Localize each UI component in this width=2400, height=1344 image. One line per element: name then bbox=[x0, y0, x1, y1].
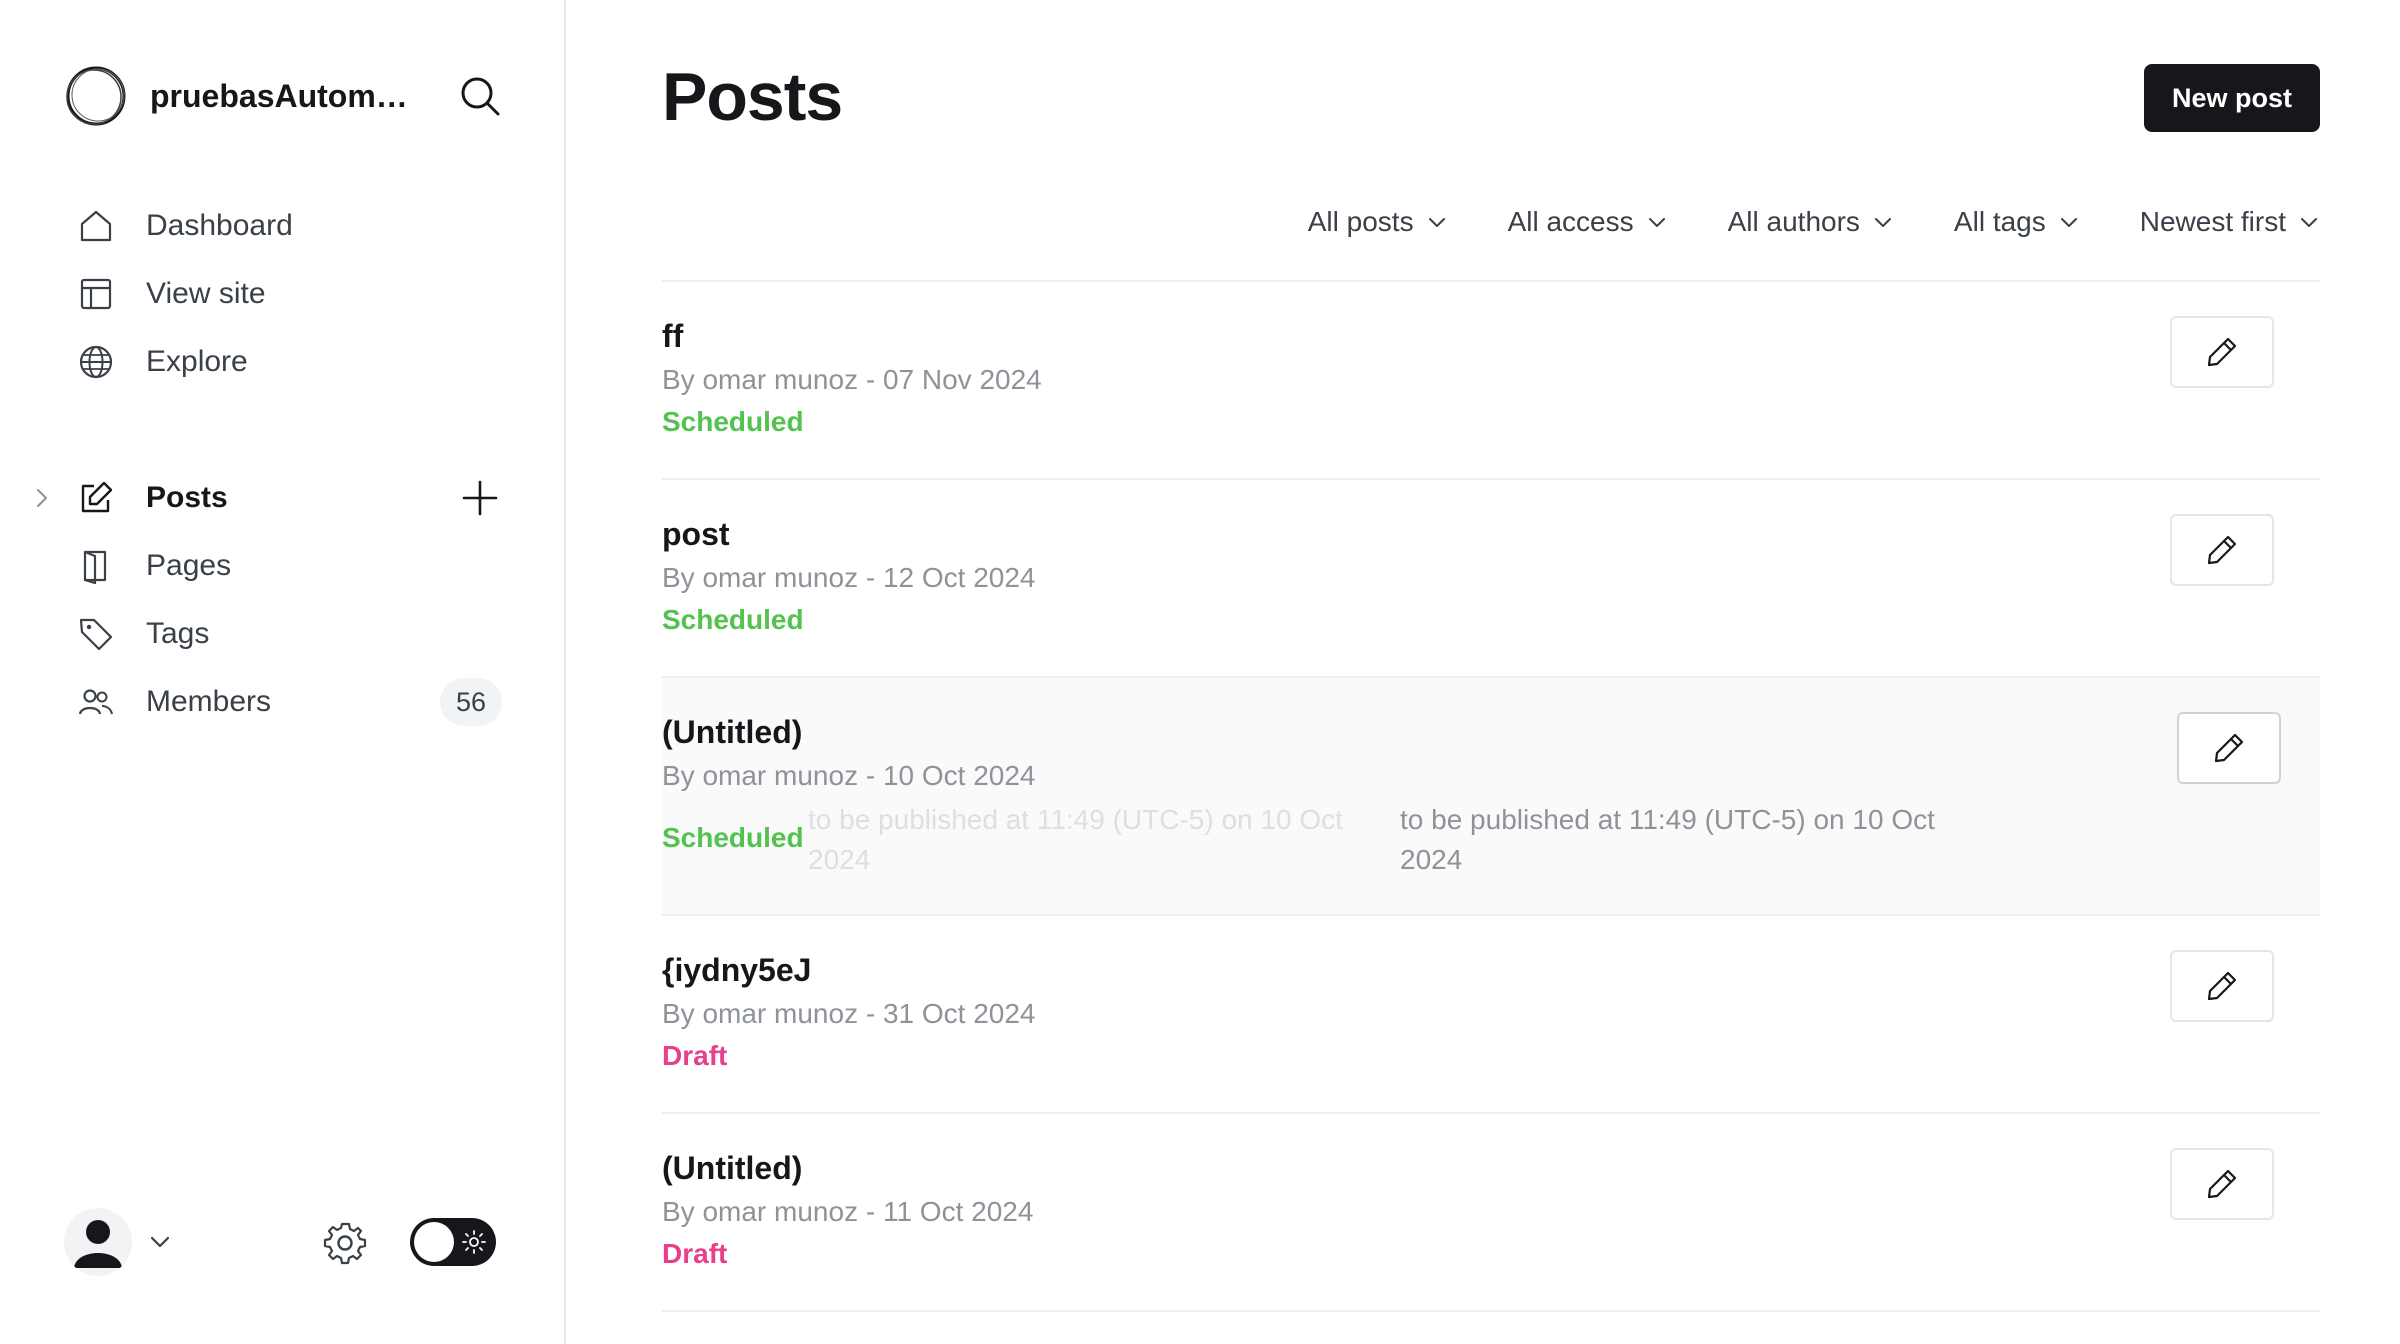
post-meta: By omar munoz - 12 Oct 2024 bbox=[662, 562, 1036, 593]
sidebar-item-tags[interactable]: Tags bbox=[0, 600, 566, 668]
page-title: Posts bbox=[662, 59, 843, 135]
edit-post-button[interactable] bbox=[2170, 1148, 2274, 1220]
sidebar-footer bbox=[64, 1208, 504, 1278]
pencil-icon bbox=[2214, 733, 2244, 763]
post-status: Draft bbox=[662, 1040, 728, 1071]
pencil-square-icon bbox=[76, 478, 116, 518]
members-count-badge: 56 bbox=[440, 678, 502, 726]
filter-authors[interactable]: All authors bbox=[1728, 206, 1894, 238]
post-status: Scheduled bbox=[662, 406, 804, 437]
plus-icon[interactable] bbox=[460, 478, 500, 518]
chevron-down-icon bbox=[1648, 218, 1665, 227]
post-meta: By omar munoz - 11 Oct 2024 bbox=[662, 1196, 1034, 1227]
filter-label: All tags bbox=[1953, 206, 2046, 237]
filter-access[interactable]: All access bbox=[1508, 206, 1668, 238]
post-status: Draft bbox=[662, 1238, 728, 1269]
edit-post-button[interactable] bbox=[2170, 316, 2274, 388]
sidebar-item-label: Dashboard bbox=[146, 209, 293, 242]
primary-nav: Dashboard View site Explore bbox=[0, 192, 566, 396]
chevron-down-icon bbox=[2060, 218, 2077, 227]
sidebar-item-explore[interactable]: Explore bbox=[0, 328, 566, 396]
members-icon bbox=[76, 682, 116, 722]
sidebar-item-dashboard[interactable]: Dashboard bbox=[0, 192, 566, 260]
chevron-down-icon[interactable] bbox=[146, 1228, 174, 1256]
pencil-icon bbox=[2207, 1169, 2237, 1199]
chevron-down-icon bbox=[2301, 218, 2317, 227]
sidebar-item-members[interactable]: Members 56 bbox=[0, 668, 566, 736]
post-title[interactable]: {iydny5eJ bbox=[662, 952, 811, 989]
sidebar-item-posts[interactable]: Posts bbox=[0, 464, 566, 532]
post-row[interactable]: (Untitled) By omar munoz - 10 Oct 2024 S… bbox=[662, 678, 2320, 916]
sidebar-item-label: View site bbox=[146, 277, 266, 310]
filter-label: Newest first bbox=[2139, 206, 2286, 237]
pencil-icon bbox=[2207, 971, 2237, 1001]
gear-icon[interactable] bbox=[322, 1220, 368, 1266]
globe-icon bbox=[76, 342, 116, 382]
schedule-tooltip: to be published at 11:49 (UTC-5) on 10 O… bbox=[1400, 804, 1935, 875]
tag-icon bbox=[76, 614, 116, 654]
schedule-tooltip-fading: to be published at 11:49 (UTC-5) on 10 O… bbox=[808, 804, 1343, 875]
user-icon bbox=[74, 1220, 122, 1268]
sidebar-item-label: Tags bbox=[146, 617, 210, 650]
chevron-down-icon bbox=[1874, 218, 1891, 227]
post-title[interactable]: ff bbox=[662, 318, 683, 355]
filter-sort-order[interactable]: Newest first bbox=[2140, 206, 2320, 238]
post-title[interactable]: (Untitled) bbox=[662, 714, 802, 751]
sun-icon bbox=[462, 1230, 486, 1254]
post-row[interactable]: {iydny5eJ By omar munoz - 31 Oct 2024 Dr… bbox=[662, 916, 2320, 1114]
dark-mode-toggle[interactable] bbox=[410, 1218, 496, 1266]
site-name: pruebasAutoma... bbox=[150, 77, 416, 114]
filter-label: All access bbox=[1507, 206, 1634, 237]
filter-post-type[interactable]: All posts bbox=[1308, 206, 1448, 238]
edit-post-button[interactable] bbox=[2177, 712, 2281, 784]
post-status: Scheduled bbox=[662, 604, 804, 635]
sidebar-item-label: Pages bbox=[146, 549, 232, 582]
sidebar-item-label: Explore bbox=[146, 345, 248, 378]
sidebar: pruebasAutoma... Dashboard View site Exp… bbox=[0, 0, 566, 1344]
post-title[interactable]: post bbox=[662, 516, 730, 553]
post-title[interactable]: (Untitled) bbox=[662, 1150, 802, 1187]
page-icon bbox=[76, 546, 116, 586]
edit-post-button[interactable] bbox=[2170, 950, 2274, 1022]
post-filters: All posts All access All authors All tag… bbox=[1248, 200, 2320, 244]
site-logo-icon bbox=[66, 66, 126, 126]
post-meta: By omar munoz - 31 Oct 2024 bbox=[662, 998, 1036, 1029]
post-status: Scheduled bbox=[662, 822, 804, 853]
post-meta: By omar munoz - 07 Nov 2024 bbox=[662, 364, 1042, 395]
home-icon bbox=[76, 206, 116, 246]
pencil-icon bbox=[2207, 535, 2237, 565]
search-icon[interactable] bbox=[458, 74, 502, 118]
sidebar-item-view-site[interactable]: View site bbox=[0, 260, 566, 328]
filter-tags[interactable]: All tags bbox=[1954, 206, 2080, 238]
edit-post-button[interactable] bbox=[2170, 514, 2274, 586]
post-row[interactable]: ff By omar munoz - 07 Nov 2024 Scheduled bbox=[662, 282, 2320, 480]
chevron-right-icon[interactable] bbox=[28, 484, 56, 512]
post-row[interactable]: post By omar munoz - 12 Oct 2024 Schedul… bbox=[662, 480, 2320, 678]
toggle-knob bbox=[414, 1222, 454, 1262]
sidebar-item-label: Posts bbox=[146, 481, 228, 514]
post-meta: By omar munoz - 10 Oct 2024 bbox=[662, 760, 1036, 791]
content-nav: Posts Pages Tags Members 56 bbox=[0, 464, 566, 736]
filter-label: All authors bbox=[1727, 206, 1860, 237]
filter-label: All posts bbox=[1307, 206, 1414, 237]
main-content: Posts New post All posts All access All … bbox=[566, 0, 2400, 1344]
sidebar-item-label: Members bbox=[146, 685, 272, 718]
chevron-down-icon bbox=[1428, 218, 1445, 227]
sidebar-item-pages[interactable]: Pages bbox=[0, 532, 566, 600]
post-list: ff By omar munoz - 07 Nov 2024 Scheduled… bbox=[662, 280, 2320, 1312]
new-post-button[interactable]: New post bbox=[2144, 64, 2320, 132]
admin-app: pruebasAutoma... Dashboard View site Exp… bbox=[0, 0, 2400, 1344]
layout-icon bbox=[76, 274, 116, 314]
site-brand[interactable]: pruebasAutoma... bbox=[64, 64, 416, 128]
pencil-icon bbox=[2207, 337, 2237, 367]
user-avatar[interactable] bbox=[64, 1208, 132, 1276]
post-row[interactable]: (Untitled) By omar munoz - 11 Oct 2024 D… bbox=[662, 1114, 2320, 1312]
